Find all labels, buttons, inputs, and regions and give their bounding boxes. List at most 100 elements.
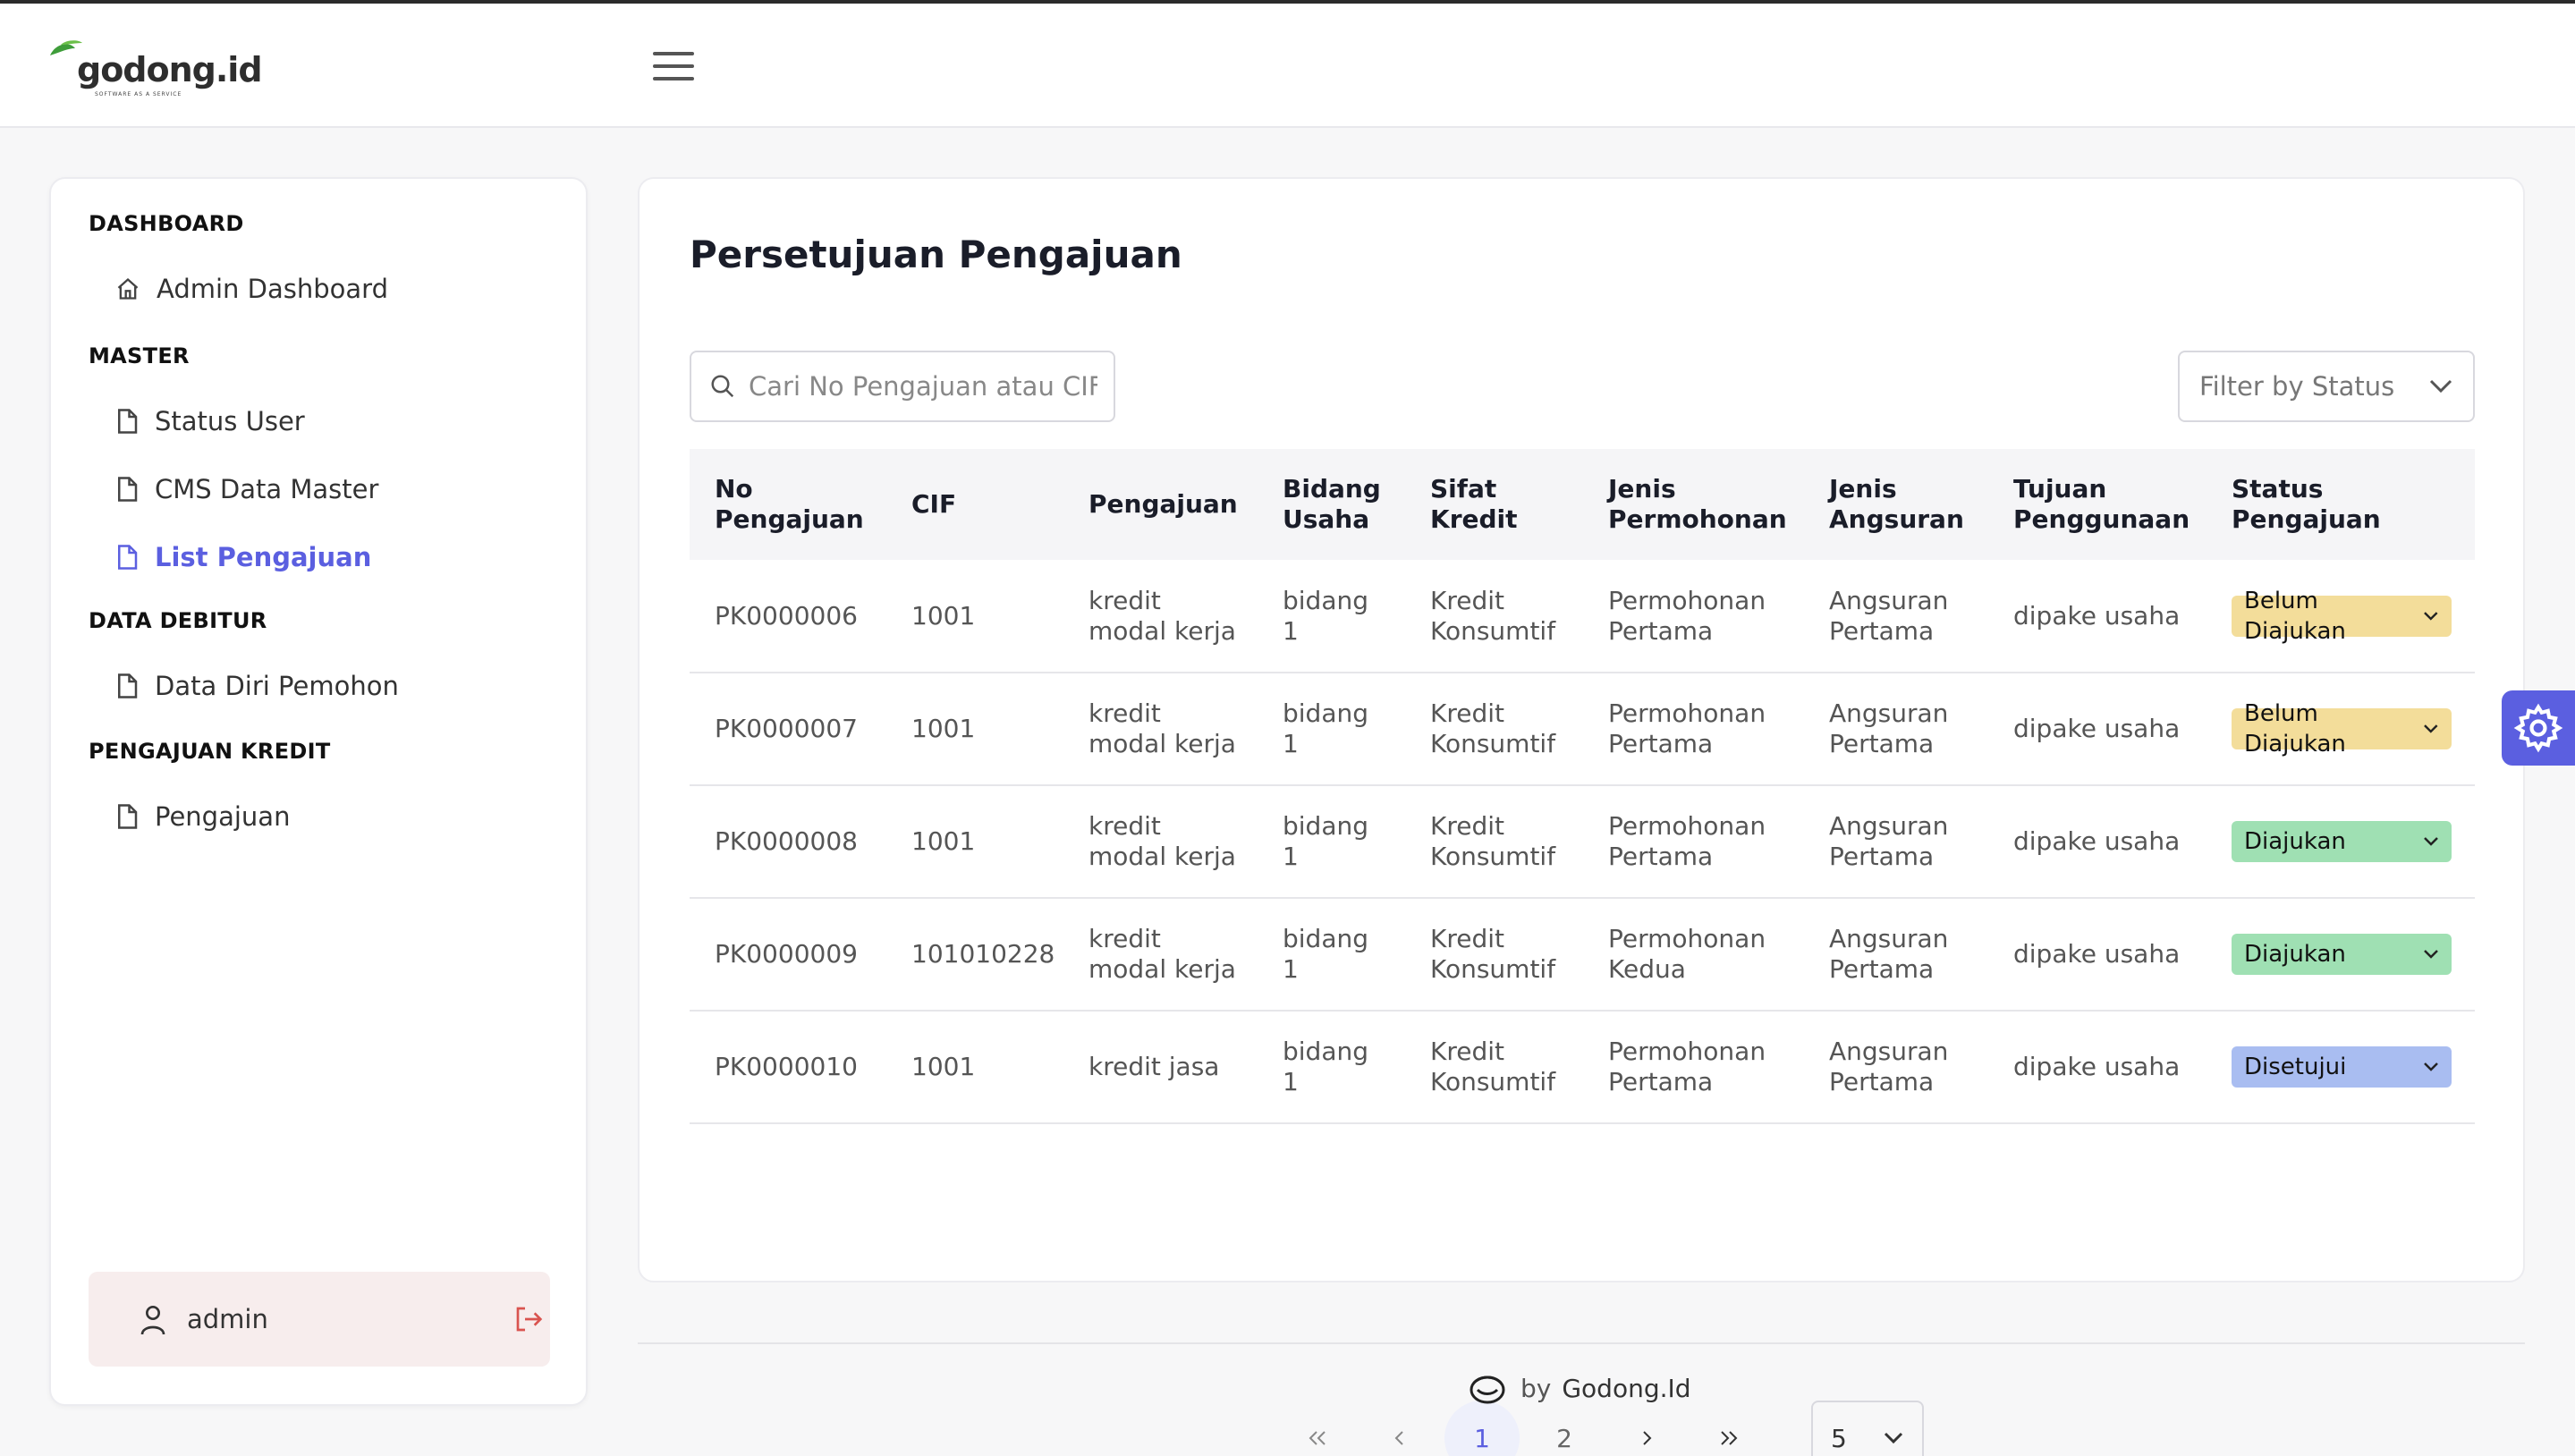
header-label: Permohonan [1608,504,1787,534]
cell-tujuan: dipake usaha [2013,826,2181,856]
cell-text: 1 [1283,954,1299,984]
column-header-pengajuan: Pengajuan [1063,449,1258,560]
cell-text: Pertama [1608,729,1714,758]
cell-no: PK0000007 [715,714,858,743]
submissions-table: No Pengajuan CIF Pengajuan Bidang Usaha Sifat K… [690,449,2475,1456]
cell-cif: 1001 [911,1052,976,1081]
footer-company[interactable]: Godong.Id [1562,1374,1690,1403]
cell-text: kredit [1088,698,1161,728]
cell-jenis-permohonan: Permohonan Pertama [1583,785,1804,898]
footer: by Godong.Id [1467,1368,1691,1408]
cell-text: Kredit [1430,698,1505,728]
cell-no: PK0000006 [715,600,858,631]
status-select[interactable]: Belum Diajukan [2232,700,2452,758]
status-value: Disetujui [2244,1054,2347,1080]
last-page-button[interactable] [1691,1401,1766,1456]
godong-mark-icon [1470,1376,1505,1404]
sidebar-section-data-debitur: DATA DEBITUR [89,608,267,633]
sidebar-item-data-diri-pemohon[interactable]: Data Diri Pemohon [115,664,399,708]
table-row[interactable]: PK0000006 1001 kredit modal kerja bidang 1 Kre… [690,560,2475,673]
prev-page-button[interactable] [1362,1401,1437,1456]
cell-text: Pertama [1829,842,1935,871]
cell-jenis-angsuran: Angsuran Pertama [1804,898,1988,1011]
status-select[interactable]: Belum Diajukan [2232,588,2452,645]
status-filter-select[interactable]: Filter by Status [2178,351,2475,422]
cell-tujuan: dipake usaha [2013,1052,2181,1081]
cell-text: modal kerja [1088,954,1236,984]
cell-pengajuan: kredit modal kerja [1063,560,1258,673]
logout-icon[interactable] [514,1306,543,1333]
status-select[interactable]: Diajukan [2232,934,2452,975]
column-header-cif: CIF [886,449,1063,560]
cell-text: bidang [1283,811,1369,841]
sidebar-item-label: Pengajuan [155,801,291,832]
next-page-button[interactable] [1609,1401,1684,1456]
sidebar-item-admin-dashboard[interactable]: Admin Dashboard [115,267,388,311]
page-size-select[interactable]: 5 [1811,1401,1924,1456]
header-label: Jenis [1608,474,1676,504]
sidebar-item-pengajuan[interactable]: Pengajuan [115,794,290,839]
cell-text: Pertama [1608,1067,1714,1096]
table-row[interactable]: PK0000008 1001 kredit modal kerja bidang 1 Kre… [690,785,2475,898]
column-header-status-pengajuan: Status Pengajuan [2207,449,2475,560]
table-row[interactable]: PK0000010 1001 kredit jasa bidang 1 Kredit Kon… [690,1011,2475,1123]
top-bar: godong.id SOFTWARE AS A SERVICE [0,0,2575,128]
cell-text: kredit [1088,924,1161,953]
home-icon [117,277,139,300]
brand-tagline: SOFTWARE AS A SERVICE [95,91,182,97]
cell-tujuan: dipake usaha [2013,939,2181,969]
cell-text: bidang [1283,698,1369,728]
search-input[interactable] [749,371,1097,402]
cell-text: Angsuran [1829,698,1949,728]
footer-by: by [1520,1373,1552,1403]
cell-pengajuan: kredit modal kerja [1063,673,1258,785]
header-label: CIF [911,489,957,519]
settings-button[interactable] [2502,690,2575,766]
header-label: Pengajuan [1088,489,1238,519]
status-select[interactable]: Diajukan [2232,821,2452,862]
header-label: Sifat [1430,474,1497,504]
column-header-sifat-kredit: Sifat Kredit [1405,449,1583,560]
column-header-bidang-usaha: Bidang Usaha [1258,449,1405,560]
cell-sifat: Kredit Konsumtif [1405,1011,1583,1123]
search-field[interactable] [690,351,1115,422]
cell-cif: 1001 [911,600,976,631]
header-label: Jenis [1829,474,1897,504]
page-button-1[interactable]: 1 [1444,1401,1520,1456]
chevron-down-icon [2429,379,2452,394]
cell-text: Konsumtif [1430,842,1556,871]
table-row[interactable]: PK0000009 101010228 kredit modal kerja bidan… [690,898,2475,1011]
cell-text: Angsuran [1829,924,1949,953]
gear-icon [2513,703,2563,753]
cell-text: Pertama [1608,615,1714,646]
sidebar-item-cms-data-master[interactable]: CMS Data Master [115,467,378,512]
sidebar-item-list-pengajuan[interactable]: List Pengajuan [115,535,371,580]
pagination: 1 2 5 [690,1401,2475,1456]
brand-logo[interactable]: godong.id SOFTWARE AS A SERVICE [48,39,263,102]
cell-sifat: Kredit Konsumtif [1405,673,1583,785]
cell-text: Permohonan [1608,811,1766,841]
cell-cif: 101010228 [911,939,1055,969]
header-label: No [715,474,753,504]
cell-jenis-permohonan: Permohonan Kedua [1583,898,1804,1011]
header-label: Usaha [1283,504,1370,534]
sidebar-item-status-user[interactable]: Status User [115,399,305,444]
chevron-down-icon [2424,1062,2438,1071]
cell-cif: 1001 [911,826,976,856]
cell-pengajuan: kredit modal kerja [1063,898,1258,1011]
cell-text: Permohonan [1608,924,1766,953]
page-button-2[interactable]: 2 [1527,1401,1602,1456]
column-header-no-pengajuan: No Pengajuan [690,449,886,560]
cell-status: Belum Diajukan [2207,560,2475,673]
cell-text: Angsuran [1829,1037,1949,1066]
column-header-jenis-angsuran: Jenis Angsuran [1804,449,1988,560]
first-page-button[interactable] [1280,1401,1355,1456]
cell-cif: 1001 [911,714,976,743]
cell-text: Kredit [1430,924,1505,953]
chevron-right-icon [1643,1431,1652,1445]
menu-toggle-icon[interactable] [653,52,694,84]
cell-text: Pertama [1829,954,1935,984]
table-row[interactable]: PK0000007 1001 kredit modal kerja bidang 1 Kre… [690,673,2475,785]
chevron-down-icon [1884,1432,1903,1444]
status-select[interactable]: Disetujui [2232,1046,2452,1088]
